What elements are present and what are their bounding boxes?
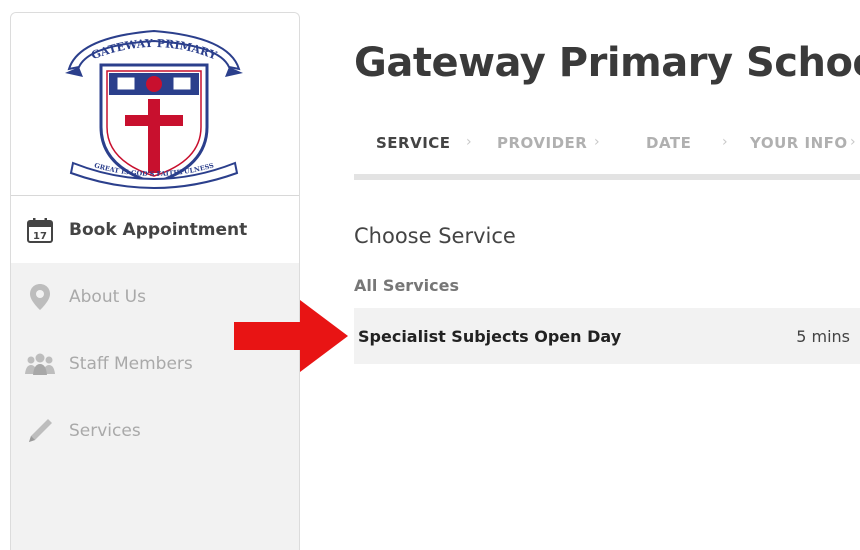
service-duration: 5 mins bbox=[796, 326, 850, 346]
sidebar-item-book-appointment[interactable]: 17 Book Appointment bbox=[11, 196, 299, 263]
pencil-icon bbox=[23, 416, 57, 446]
step-progress-bar bbox=[354, 174, 860, 180]
people-icon bbox=[23, 349, 57, 379]
location-pin-icon bbox=[23, 282, 57, 312]
step-separator: › bbox=[594, 134, 600, 150]
logo-area: GATEWAY PRIMARY GREAT IS GOD'S FAITHFULN… bbox=[11, 13, 299, 196]
calendar-day-text: 17 bbox=[33, 231, 47, 242]
sidebar-item-services[interactable]: Services bbox=[11, 397, 299, 464]
service-item[interactable]: Specialist Subjects Open Day 5 mins bbox=[354, 308, 860, 364]
calendar-icon: 17 bbox=[23, 215, 57, 245]
booking-steps: SERVICE › PROVIDER › DATE › YOUR INFO › bbox=[354, 126, 860, 186]
sidebar-item-label: About Us bbox=[69, 286, 146, 307]
step-date[interactable]: DATE bbox=[646, 134, 691, 152]
choose-service-heading: Choose Service bbox=[354, 224, 516, 248]
step-separator: › bbox=[722, 134, 728, 150]
step-service[interactable]: SERVICE bbox=[376, 134, 451, 152]
step-provider[interactable]: PROVIDER bbox=[497, 134, 587, 152]
step-separator: › bbox=[466, 134, 472, 150]
step-separator: › bbox=[850, 134, 856, 150]
sidebar-item-label: Services bbox=[69, 420, 141, 441]
page-title: Gateway Primary School bbox=[354, 40, 860, 86]
step-your-info[interactable]: YOUR INFO bbox=[750, 134, 848, 152]
red-arrow-icon bbox=[234, 300, 348, 372]
service-name: Specialist Subjects Open Day bbox=[358, 326, 622, 346]
sidebar-item-label: Staff Members bbox=[69, 353, 193, 374]
service-group-heading: All Services bbox=[354, 276, 459, 295]
school-crest-logo: GATEWAY PRIMARY GREAT IS GOD'S FAITHFULN… bbox=[65, 29, 243, 189]
sidebar-item-label: Book Appointment bbox=[69, 219, 248, 240]
sidebar: GATEWAY PRIMARY GREAT IS GOD'S FAITHFULN… bbox=[10, 12, 300, 550]
